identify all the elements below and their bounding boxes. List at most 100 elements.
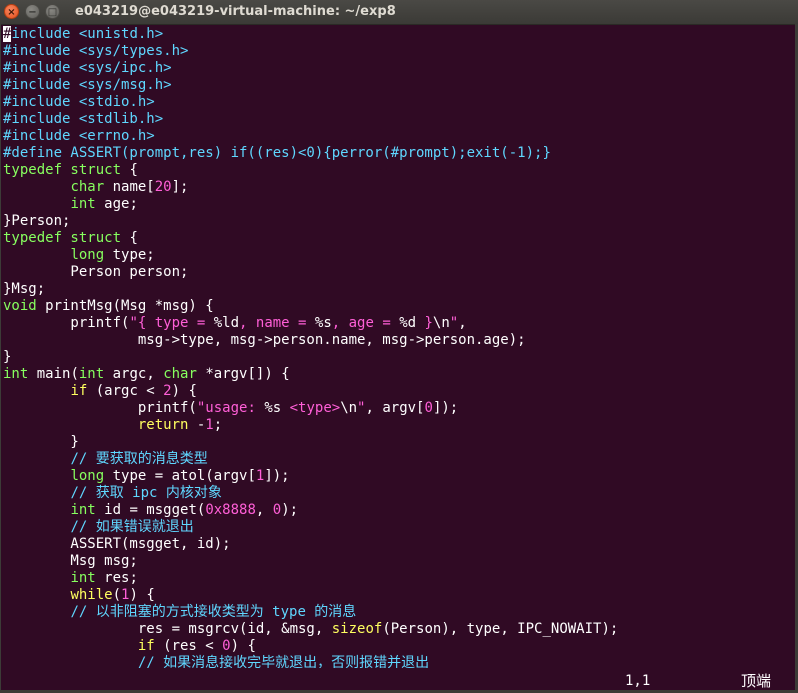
code-token: // 获取 ipc 内核对象 xyxy=(70,485,222,501)
code-token: Msg msg; xyxy=(3,553,138,569)
code-line: } xyxy=(3,349,795,366)
code-token: ASSERT(msgget, id); xyxy=(3,536,231,552)
code-token: argc, xyxy=(104,366,164,382)
code-line: // 以非阻塞的方式接收类型为 type 的消息 xyxy=(3,604,795,621)
code-token: res; xyxy=(95,570,138,586)
code-line: #define ASSERT(prompt,res) if((res)<0){p… xyxy=(3,145,795,162)
code-token: , argv[ xyxy=(365,400,425,416)
code-token: *argv[]) { xyxy=(196,366,290,382)
code-token: printf( xyxy=(3,315,130,331)
code-token: ) { xyxy=(230,638,256,654)
code-token: #include <sys/ipc.h> xyxy=(3,60,172,76)
code-token: ]); xyxy=(264,468,290,484)
code-token: { xyxy=(121,162,138,178)
code-token: #include <sys/msg.h> xyxy=(3,77,172,93)
terminal-window: × − □ e043219@e043219-virtual-machine: ~… xyxy=(0,0,798,693)
code-token: " xyxy=(449,315,459,331)
code-token: %ld xyxy=(213,315,240,331)
code-line: long type = atol(argv[1]); xyxy=(3,468,795,485)
vim-status-line: 1,1 顶端 xyxy=(0,668,798,690)
code-token: } xyxy=(3,434,79,450)
code-token: char xyxy=(163,366,197,382)
code-token: } xyxy=(3,349,12,365)
code-token: "{ type = xyxy=(129,315,214,331)
code-token: void xyxy=(3,298,37,314)
code-line: #include <stdlib.h> xyxy=(3,111,795,128)
code-line: // 获取 ipc 内核对象 xyxy=(3,485,795,502)
code-token: <type> xyxy=(281,400,341,416)
code-line: if (argc < 2) { xyxy=(3,383,795,400)
code-line: }Msg; xyxy=(3,281,795,298)
code-token: , name = xyxy=(239,315,315,331)
code-token: , xyxy=(458,315,467,331)
code-token: typedef struct xyxy=(3,230,122,246)
code-line: printf("usage: %s <type>\n", argv[0]); xyxy=(3,400,795,417)
code-token: } xyxy=(416,315,433,331)
code-token: %d xyxy=(399,315,417,331)
code-token: ]); xyxy=(432,400,459,416)
maximize-window-button[interactable]: □ xyxy=(45,4,60,19)
code-token: ) { xyxy=(171,383,197,399)
code-token: #include <stdlib.h> xyxy=(3,111,164,127)
code-token: res = msgrcv(id, &msg, xyxy=(3,621,332,637)
code-token: ) { xyxy=(129,587,155,603)
code-token: msg->type, msg->person.name, msg->person… xyxy=(3,332,526,348)
code-token: typedef struct xyxy=(3,162,122,178)
code-line: Person person; xyxy=(3,264,795,281)
code-token: }Msg; xyxy=(3,281,46,297)
code-token: , age = xyxy=(331,315,400,331)
code-token: long xyxy=(70,468,105,484)
code-token: #define ASSERT(prompt,res) if((res)<0){p… xyxy=(3,145,551,161)
code-token: (argc < xyxy=(87,383,164,399)
code-line: typedef struct { xyxy=(3,162,795,179)
scroll-indicator: 顶端 xyxy=(741,672,772,690)
code-line: #include <sys/ipc.h> xyxy=(3,60,795,77)
vim-editor-buffer[interactable]: #include <unistd.h> #include <sys/types.h… xyxy=(3,26,795,668)
code-token: return xyxy=(137,417,189,433)
code-token: long xyxy=(70,247,105,263)
code-token: printf( xyxy=(3,400,197,416)
code-token: #include <stdio.h> xyxy=(3,94,155,110)
code-line: printf("{ type = %ld, name = %s, age = %… xyxy=(3,315,795,332)
code-token: #include <sys/types.h> xyxy=(3,43,189,59)
code-line: long type; xyxy=(3,247,795,264)
code-token: while xyxy=(70,587,113,603)
code-token: type = atol(argv[ xyxy=(104,468,256,484)
title-bar[interactable]: × − □ e043219@e043219-virtual-machine: ~… xyxy=(0,0,798,25)
code-token: 0 xyxy=(424,400,433,416)
code-token: (Person), type, IPC_NOWAIT); xyxy=(382,621,619,637)
code-line: return -1; xyxy=(3,417,795,434)
code-line: int age; xyxy=(3,196,795,213)
code-token: int xyxy=(78,366,105,382)
code-token: // 如果消息接收完毕就退出，否则报错并退出 xyxy=(137,655,430,668)
code-token: int xyxy=(3,366,29,382)
code-token: main( xyxy=(28,366,79,382)
code-token: 0 xyxy=(222,638,231,654)
code-line: ASSERT(msgget, id); xyxy=(3,536,795,553)
close-window-button[interactable]: × xyxy=(4,4,19,19)
code-token: char xyxy=(70,179,105,195)
code-token: int xyxy=(70,570,96,586)
code-line: #include <stdio.h> xyxy=(3,94,795,111)
code-line: #include <sys/msg.h> xyxy=(3,77,795,94)
window-title: e043219@e043219-virtual-machine: ~/exp8 xyxy=(75,4,396,19)
code-token: \n xyxy=(340,400,358,416)
code-token: "usage: xyxy=(196,400,265,416)
code-token: ]; xyxy=(171,179,189,195)
minimize-window-button[interactable]: − xyxy=(25,4,40,19)
code-token: Person person; xyxy=(3,264,189,280)
code-token: int xyxy=(70,196,96,212)
code-token: ); xyxy=(281,502,299,518)
code-line: Msg msg; xyxy=(3,553,795,570)
code-token: %s xyxy=(314,315,332,331)
code-token: include <unistd.h> xyxy=(11,26,164,42)
